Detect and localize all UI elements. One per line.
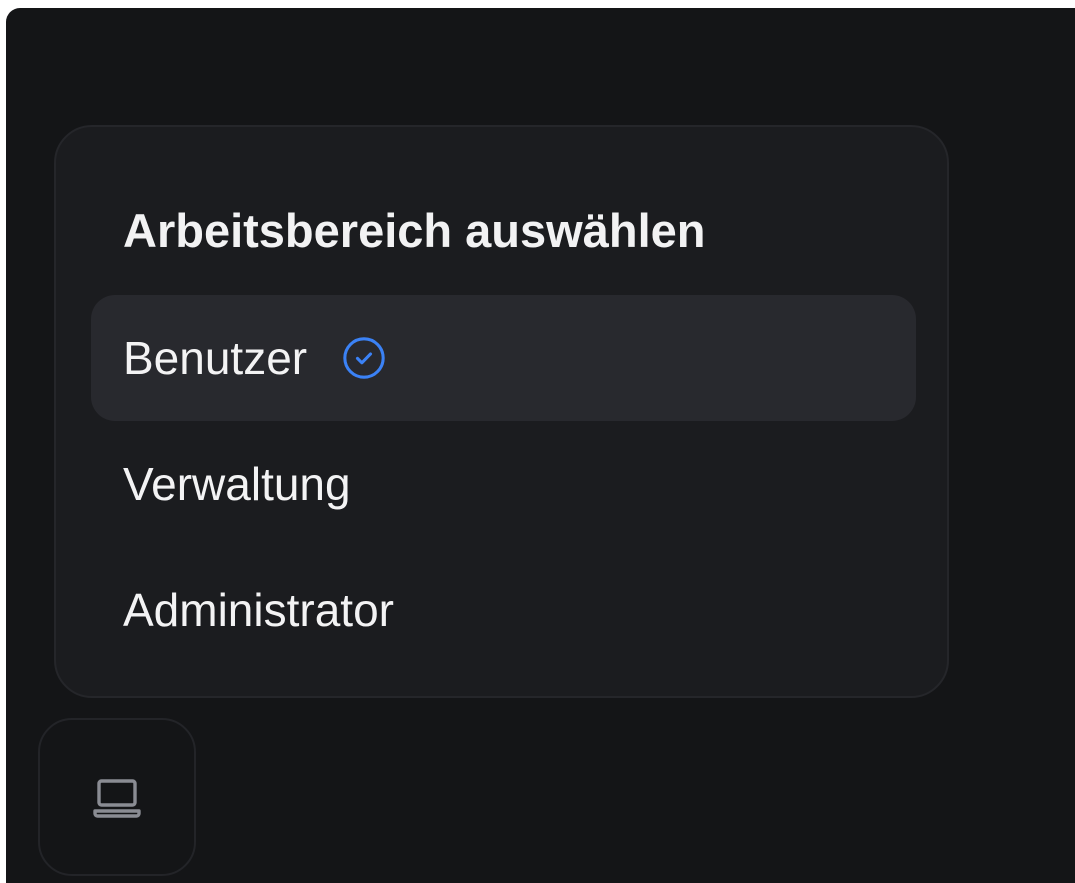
app-window: Arbeitsbereich auswählen Benutzer Verwal… [6, 8, 1075, 883]
device-toggle-button[interactable] [38, 718, 196, 876]
workspace-option-label: Verwaltung [123, 458, 351, 510]
check-circle-icon [341, 335, 387, 381]
workspace-option-label: Administrator [123, 584, 394, 636]
workspace-option-verwaltung[interactable]: Verwaltung [91, 421, 916, 547]
workspace-option-benutzer[interactable]: Benutzer [91, 295, 916, 421]
workspace-selector-popover: Arbeitsbereich auswählen Benutzer Verwal… [54, 125, 949, 698]
popover-title: Arbeitsbereich auswählen [123, 204, 706, 257]
workspace-option-label: Benutzer [123, 332, 308, 384]
workspace-option-administrator[interactable]: Administrator [91, 547, 916, 673]
laptop-icon [93, 779, 141, 818]
